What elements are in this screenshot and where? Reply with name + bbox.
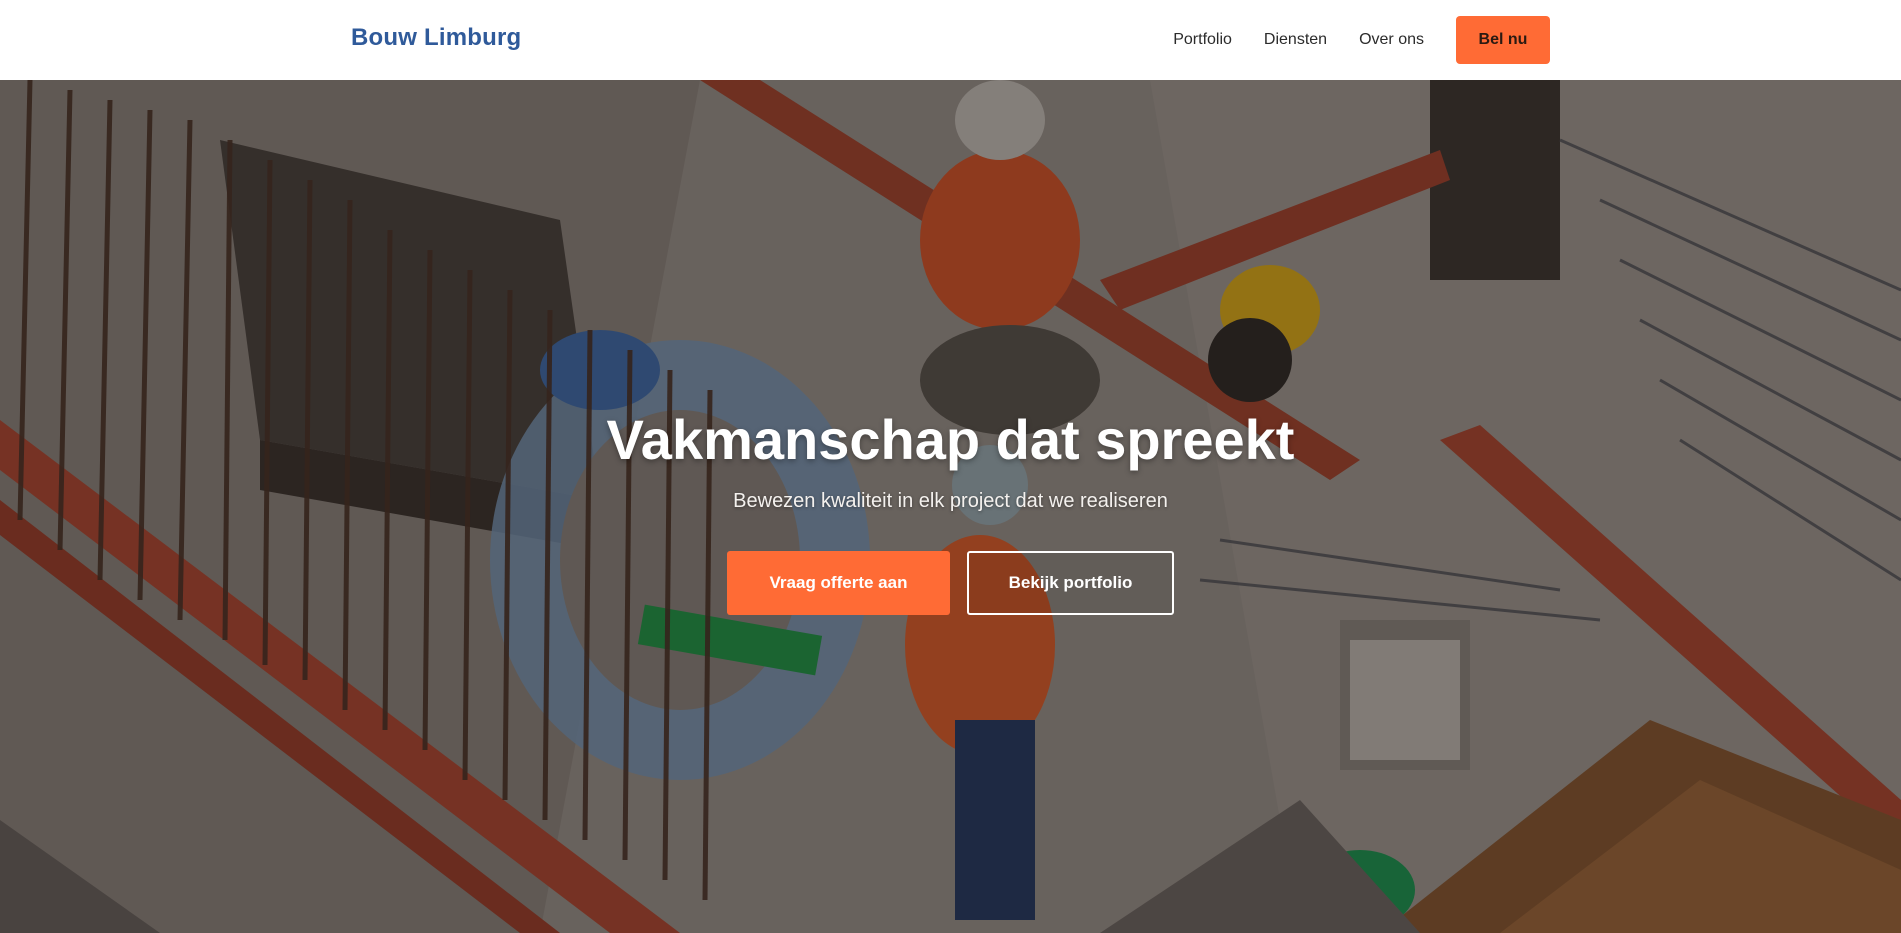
brand-logo[interactable]: Bouw Limburg: [351, 24, 521, 52]
hero-button-group: Vraag offerte aan Bekijk portfolio: [0, 551, 1901, 615]
hero-section: Vakmanschap dat spreekt Bewezen kwalitei…: [0, 80, 1901, 933]
hero-title: Vakmanschap dat spreekt: [606, 408, 1295, 471]
hero-subtitle: Bewezen kwaliteit in elk project dat we …: [733, 490, 1168, 512]
call-now-button[interactable]: Bel nu: [1456, 16, 1550, 64]
top-navbar: Bouw Limburg Portfolio Diensten Over ons…: [0, 0, 1901, 80]
view-portfolio-button[interactable]: Bekijk portfolio: [967, 551, 1174, 615]
nav-link-portfolio[interactable]: Portfolio: [1173, 31, 1232, 49]
request-quote-button[interactable]: Vraag offerte aan: [727, 551, 950, 615]
nav-link-over-ons[interactable]: Over ons: [1359, 31, 1424, 49]
main-navigation: Portfolio Diensten Over ons Bel nu: [1141, 16, 1550, 64]
nav-link-diensten[interactable]: Diensten: [1264, 31, 1327, 49]
